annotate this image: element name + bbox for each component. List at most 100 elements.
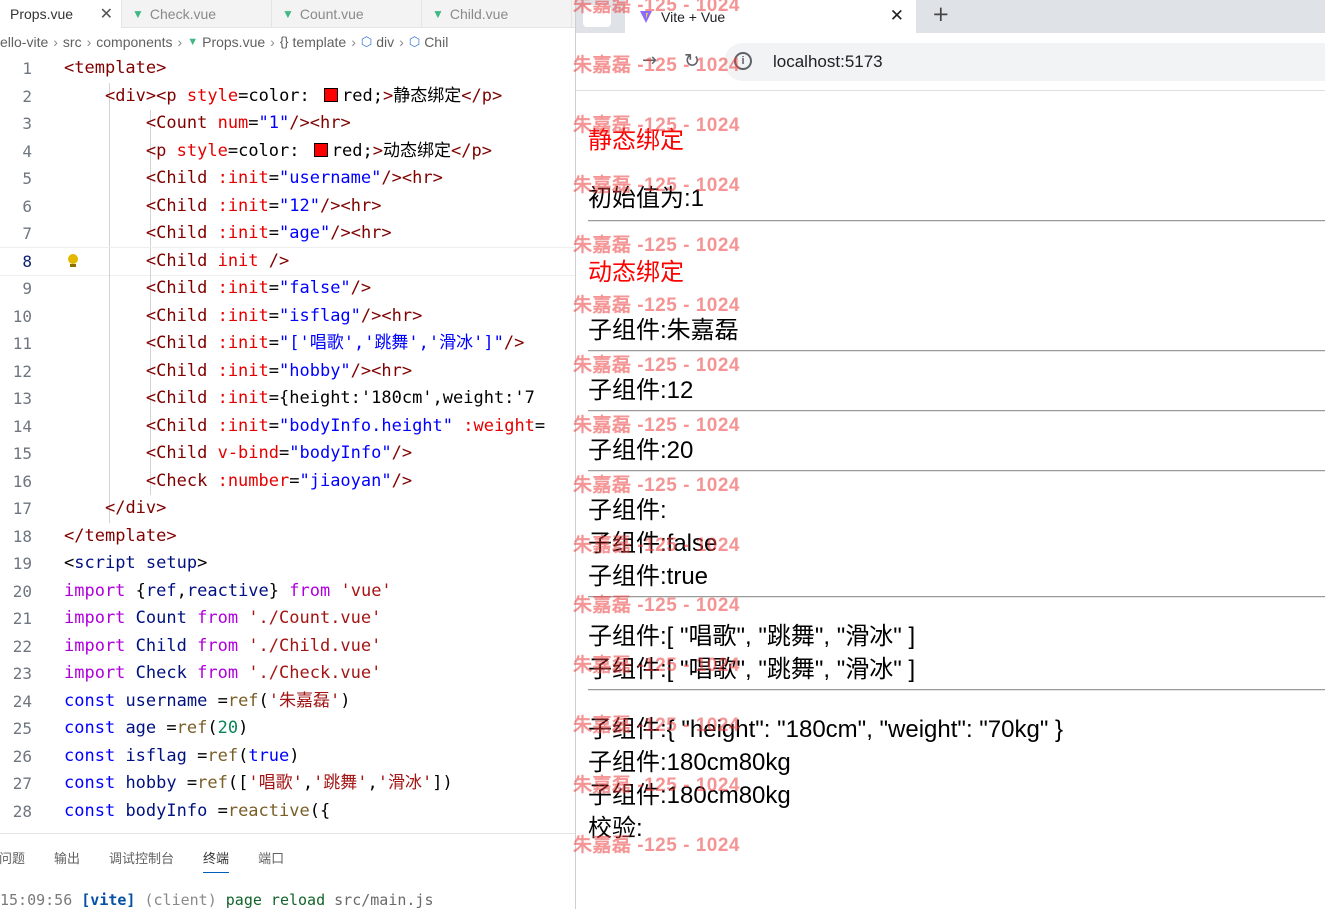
- tab-check-vue[interactable]: ▼ Check.vue: [122, 0, 272, 28]
- code-line[interactable]: 8 <Child init />: [0, 246, 575, 276]
- vue-file-icon: ▼: [132, 7, 144, 21]
- tab-terminal[interactable]: 终端: [203, 848, 230, 873]
- line-number: 21: [12, 609, 32, 628]
- code-line[interactable]: 7 <Child :init="age"/><hr>: [0, 220, 575, 248]
- tab-label: Count.vue: [299, 6, 364, 22]
- code-line[interactable]: 26 const isflag =ref(true): [0, 743, 575, 771]
- browser-tab-title: Vite + Vue: [661, 8, 726, 25]
- line-number: 19: [12, 554, 32, 573]
- code-line[interactable]: 27 const hobby =ref(['唱歌','跳舞','滑冰']): [0, 770, 575, 798]
- code-text: const isflag =ref(true): [64, 745, 300, 766]
- browser-tab[interactable]: Vite + Vue ✕: [625, 0, 916, 33]
- breadcrumb-item[interactable]: template: [293, 34, 347, 50]
- color-swatch-icon[interactable]: [324, 87, 339, 102]
- code-line[interactable]: 2 <div><p style=color: red;>静态绑定</p>: [0, 82, 575, 110]
- terminal-tag: [vite]: [81, 891, 136, 909]
- code-line[interactable]: 11 <Child :init="['唱歌','跳舞','滑冰']"/>: [0, 330, 575, 358]
- code-editor[interactable]: Props.vue ✕ ▼ Check.vue ▼ Count.vue ▼ Ch…: [0, 0, 575, 909]
- line-number: 17: [12, 499, 32, 518]
- code-line[interactable]: 22 import Child from './Child.vue': [0, 633, 575, 661]
- child-output: 子组件:12: [588, 377, 694, 404]
- breadcrumb-item[interactable]: Chil: [424, 34, 448, 50]
- vue-file-icon: ▼: [432, 7, 444, 21]
- breadcrumb-item[interactable]: div: [376, 34, 394, 50]
- browser-toolbar: → ↻ i localhost:5173: [576, 33, 1325, 91]
- line-number: 24: [12, 691, 32, 711]
- breadcrumb-item[interactable]: ello-vite: [0, 34, 48, 50]
- code-area[interactable]: 1 <template> 2 <div><p style=color: red;>静…: [0, 55, 575, 833]
- code-text: <p style=color: red;>动态绑定</p>: [145, 140, 492, 161]
- code-line[interactable]: 9 <Child :init="false"/>: [0, 275, 575, 303]
- code-line[interactable]: 18 </template>: [0, 523, 575, 551]
- code-line[interactable]: 20 import {ref,reactive} from 'vue': [0, 578, 575, 606]
- browser-window: Vite + Vue ✕ + → ↻ i localhost:5173 静态绑定…: [575, 0, 1325, 909]
- code-line[interactable]: 16 <Check :number="jiaoyan"/>: [0, 467, 575, 495]
- code-line[interactable]: 4 <p style=color: red;>动态绑定</p>: [0, 137, 575, 165]
- tab-problems[interactable]: 问题: [0, 848, 25, 873]
- line-number: 3: [22, 114, 32, 133]
- code-text: const bodyInfo =reactive({: [64, 800, 331, 821]
- tab-label: Props.vue: [10, 6, 74, 22]
- breadcrumb-item[interactable]: src: [63, 34, 82, 50]
- tab-props-vue[interactable]: Props.vue ✕: [0, 0, 122, 28]
- code-line[interactable]: 12 <Child :init="hobby"/><hr>: [0, 357, 575, 385]
- tab-output[interactable]: 输出: [54, 848, 80, 873]
- child-output: 子组件:180cm80kg: [588, 782, 791, 809]
- tab-label: Child.vue: [449, 6, 509, 22]
- new-tab-icon[interactable]: +: [932, 2, 950, 26]
- tab-ports[interactable]: 端口: [258, 848, 284, 873]
- close-icon[interactable]: ✕: [100, 4, 113, 24]
- line-number: 25: [12, 719, 32, 738]
- line-number: 13: [12, 389, 32, 408]
- code-line[interactable]: 25 const age =ref(20): [0, 715, 575, 743]
- divider: [588, 596, 1325, 598]
- code-line[interactable]: 17 </div>: [0, 495, 575, 523]
- code-line[interactable]: 6 <Child :init="12"/><hr>: [0, 192, 575, 220]
- code-text: import {ref,reactive} from 'vue': [64, 580, 392, 601]
- code-text: <Child :init="hobby"/><hr>: [145, 360, 413, 381]
- code-line[interactable]: 3 <Count num="1"/><hr>: [0, 110, 575, 138]
- close-icon[interactable]: ✕: [890, 6, 904, 26]
- tab-count-vue[interactable]: ▼ Count.vue: [272, 0, 422, 28]
- breadcrumb-item[interactable]: Props.vue: [202, 34, 265, 50]
- code-line[interactable]: 23 import Check from './Check.vue': [0, 660, 575, 688]
- code-text: <Child :init="12"/><hr>: [145, 195, 382, 216]
- tab-search-icon[interactable]: [583, 5, 611, 27]
- line-number: 1: [22, 59, 32, 78]
- code-text: <div><p style=color: red;>静态绑定</p>: [104, 85, 503, 106]
- tab-child-vue[interactable]: ▼ Child.vue: [422, 0, 572, 28]
- line-number: 22: [12, 636, 32, 656]
- color-swatch-icon[interactable]: [313, 142, 328, 157]
- code-line[interactable]: 10 <Child :init="isflag"/><hr>: [0, 302, 575, 330]
- line-number: 8: [22, 251, 32, 271]
- terminal-source: (client): [144, 891, 217, 909]
- lightbulb-icon[interactable]: [67, 253, 79, 268]
- breadcrumb: ello-vite › src › components › ▼ Props.v…: [0, 28, 575, 55]
- code-text: <Child :init="bodyInfo.height" :weight=: [145, 415, 546, 436]
- line-number: 7: [22, 224, 32, 243]
- chevron-right-icon: ›: [399, 33, 404, 50]
- code-line[interactable]: 28 const bodyInfo =reactive({: [0, 798, 575, 826]
- code-text: <Count num="1"/><hr>: [145, 113, 351, 133]
- url-text[interactable]: localhost:5173: [773, 52, 883, 72]
- code-line[interactable]: 15 <Child v-bind="bodyInfo"/>: [0, 440, 575, 468]
- code-line[interactable]: 14 <Child :init="bodyInfo.height" :weigh…: [0, 412, 575, 440]
- forward-arrow-icon[interactable]: →: [642, 50, 657, 71]
- line-number: 4: [22, 141, 32, 161]
- address-bar[interactable]: i localhost:5173: [724, 43, 1325, 81]
- chevron-right-icon: ›: [177, 33, 183, 50]
- code-line[interactable]: 13 <Child :init={height:'180cm',weight:'…: [0, 385, 575, 413]
- code-line[interactable]: 1 <template>: [0, 55, 575, 83]
- line-number: 6: [22, 196, 32, 216]
- chevron-right-icon: ›: [270, 33, 275, 50]
- code-line[interactable]: 19 <script setup>: [0, 550, 575, 578]
- tab-debug-console[interactable]: 调试控制台: [109, 848, 174, 873]
- code-line[interactable]: 5 <Child :init="username"/><hr>: [0, 165, 575, 193]
- code-line[interactable]: 21 import Count from './Count.vue': [0, 605, 575, 633]
- breadcrumb-item[interactable]: components: [96, 34, 172, 50]
- code-line[interactable]: 24 const username =ref('朱嘉磊'): [0, 688, 575, 716]
- vue-file-icon: ▼: [187, 35, 199, 48]
- info-icon[interactable]: i: [734, 52, 752, 70]
- dynamic-binding-text: 动态绑定: [588, 259, 684, 286]
- reload-icon[interactable]: ↻: [684, 50, 700, 72]
